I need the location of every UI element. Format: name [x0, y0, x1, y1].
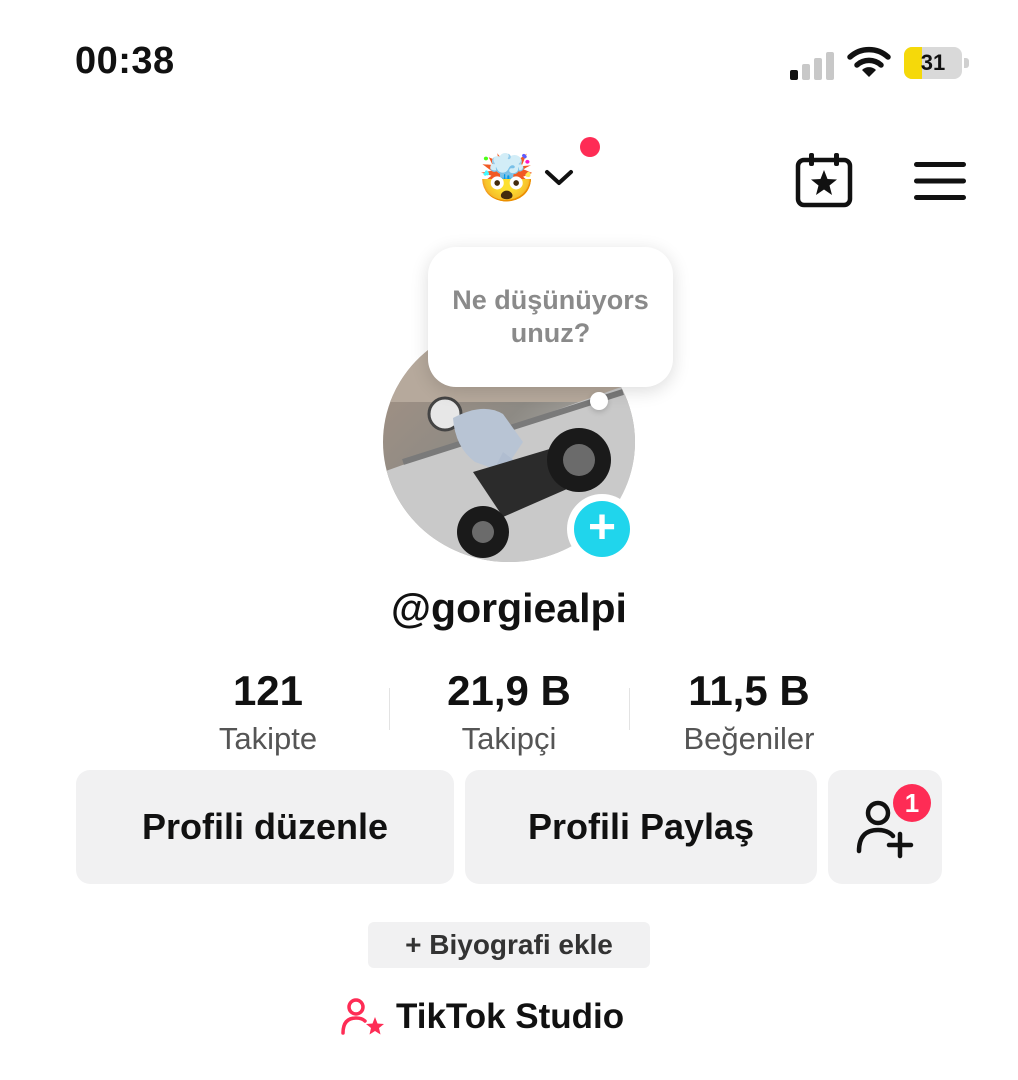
add-friends-button[interactable] [828, 770, 942, 884]
stat-followers[interactable]: 21,9 B Takipçi [389, 667, 629, 763]
stat-label: Takipçi [461, 721, 557, 756]
battery-percent: 31 [920, 50, 946, 75]
edit-profile-button[interactable]: Profili düzenle [76, 770, 454, 884]
tiktok-studio-link[interactable]: TikTok Studio [340, 992, 640, 1042]
person-star-icon [341, 998, 384, 1035]
studio-label: TikTok Studio [396, 997, 625, 1036]
add-bio-button[interactable]: + Biyografi ekle [368, 922, 650, 968]
battery-indicator: 31 [904, 47, 970, 79]
note-bubble-text: Ne düşünüyorsunuz? [452, 285, 649, 348]
calendar-star-icon[interactable] [795, 152, 853, 208]
stat-value: 21,9 B [447, 667, 571, 714]
stat-likes[interactable]: 11,5 B Beğeniler [629, 667, 869, 763]
cell-signal-icon [790, 52, 834, 80]
wifi-icon [847, 46, 891, 77]
chevron-down-icon [545, 170, 574, 185]
status-time: 00:38 [75, 40, 175, 82]
hamburger-menu-icon[interactable] [914, 160, 966, 202]
account-emoji: 🤯 [478, 151, 536, 205]
share-profile-button[interactable]: Profili Paylaş [465, 770, 817, 884]
plus-icon: + [574, 501, 630, 557]
stat-following[interactable]: 121 Takipte [148, 667, 388, 763]
person-plus-icon [856, 800, 914, 859]
note-bubble[interactable]: Ne düşünüyorsunuz? [428, 247, 673, 387]
notification-dot [580, 137, 600, 157]
stat-value: 121 [232, 667, 304, 714]
add-story-button[interactable]: + [567, 494, 637, 564]
bubble-tail [590, 392, 608, 410]
account-switcher[interactable]: 🤯 [478, 148, 588, 208]
friend-request-badge: 1 [893, 784, 931, 822]
username: @gorgiealpi [391, 585, 627, 631]
stat-label: Takipte [218, 721, 318, 756]
stat-label: Beğeniler [683, 721, 815, 756]
stat-value: 11,5 B [688, 667, 810, 714]
battery-tip [964, 58, 969, 68]
